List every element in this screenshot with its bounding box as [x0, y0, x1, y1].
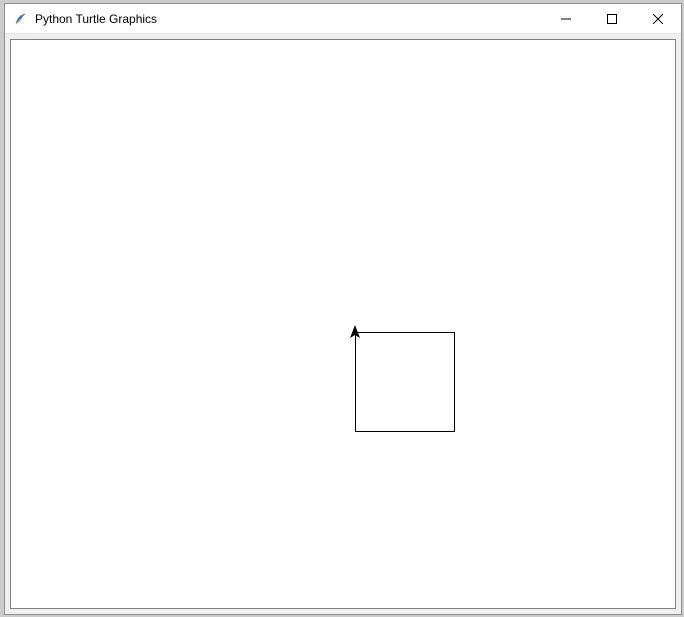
drawn-square — [355, 332, 455, 432]
window-title: Python Turtle Graphics — [35, 11, 543, 26]
close-button[interactable] — [635, 4, 681, 33]
app-window: Python Turtle Graphics — [4, 3, 682, 615]
turtle-cursor — [349, 325, 361, 342]
window-controls — [543, 4, 681, 33]
client-area — [5, 34, 681, 614]
minimize-button[interactable] — [543, 4, 589, 33]
maximize-icon — [607, 14, 617, 24]
minimize-icon — [561, 14, 571, 24]
close-icon — [653, 14, 663, 24]
turtle-canvas — [10, 39, 676, 609]
titlebar[interactable]: Python Turtle Graphics — [5, 4, 681, 34]
feather-icon — [13, 11, 29, 27]
maximize-button[interactable] — [589, 4, 635, 33]
